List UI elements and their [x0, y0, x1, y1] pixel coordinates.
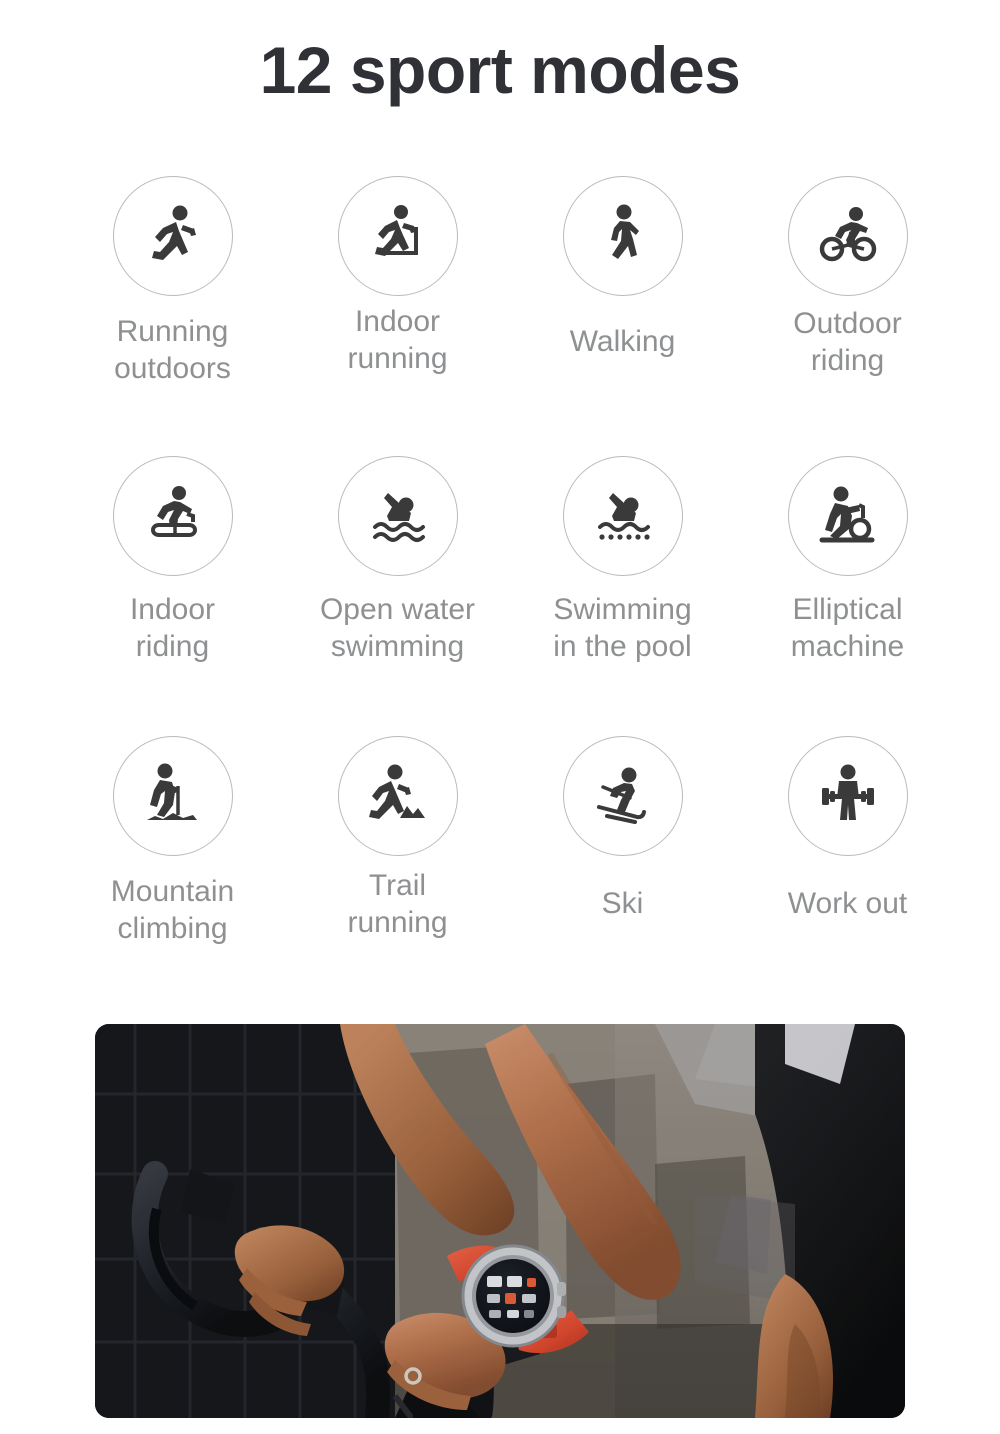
sport-mode-label: Walking	[569, 325, 676, 358]
trail-running-icon	[337, 736, 458, 856]
elliptical-machine-icon	[787, 456, 908, 576]
sport-mode-label: Indoor running	[347, 305, 448, 375]
walking-icon	[562, 176, 683, 296]
sport-modes-grid: Running outdoors Indoor running Walking	[60, 176, 960, 1016]
sport-mode-ski[interactable]: Ski	[510, 736, 735, 1016]
mountain-climbing-icon	[112, 736, 233, 856]
sport-mode-label: Swimming in the pool	[553, 593, 692, 663]
sport-mode-trail-running[interactable]: Trail running	[285, 736, 510, 1016]
sport-mode-label: Work out	[787, 887, 908, 920]
sport-mode-open-water-swimming[interactable]: Open water swimming	[285, 456, 510, 736]
sport-mode-label: Mountain climbing	[110, 875, 235, 945]
sport-mode-label: Outdoor riding	[793, 307, 902, 377]
photo-illustration	[95, 1024, 905, 1418]
sport-mode-running-outdoors[interactable]: Running outdoors	[60, 176, 285, 456]
sport-mode-mountain-climbing[interactable]: Mountain climbing	[60, 736, 285, 1016]
sport-mode-label: Ski	[601, 887, 644, 920]
sport-mode-label: Elliptical machine	[790, 593, 905, 663]
sport-mode-elliptical-machine[interactable]: Elliptical machine	[735, 456, 960, 736]
outdoor-riding-icon	[787, 176, 908, 296]
cyclist-wearing-smartwatch-photo	[95, 1024, 905, 1418]
pool-swimming-icon	[562, 456, 683, 576]
sport-mode-indoor-running[interactable]: Indoor running	[285, 176, 510, 456]
page-title: 12 sport modes	[259, 33, 741, 107]
sport-mode-work-out[interactable]: Work out	[735, 736, 960, 1016]
sport-mode-label: Indoor riding	[129, 593, 216, 663]
sport-mode-label: Trail running	[347, 869, 448, 939]
sport-mode-indoor-riding[interactable]: Indoor riding	[60, 456, 285, 736]
indoor-running-icon	[337, 176, 458, 296]
running-outdoors-icon	[112, 176, 233, 296]
sport-mode-outdoor-riding[interactable]: Outdoor riding	[735, 176, 960, 456]
sport-mode-pool-swimming[interactable]: Swimming in the pool	[510, 456, 735, 736]
work-out-icon	[787, 736, 908, 856]
ski-icon	[562, 736, 683, 856]
sport-mode-label: Running outdoors	[114, 315, 231, 385]
indoor-riding-icon	[112, 456, 233, 576]
sport-mode-label: Open water swimming	[319, 593, 476, 663]
open-water-swimming-icon	[337, 456, 458, 576]
sport-mode-walking[interactable]: Walking	[510, 176, 735, 456]
